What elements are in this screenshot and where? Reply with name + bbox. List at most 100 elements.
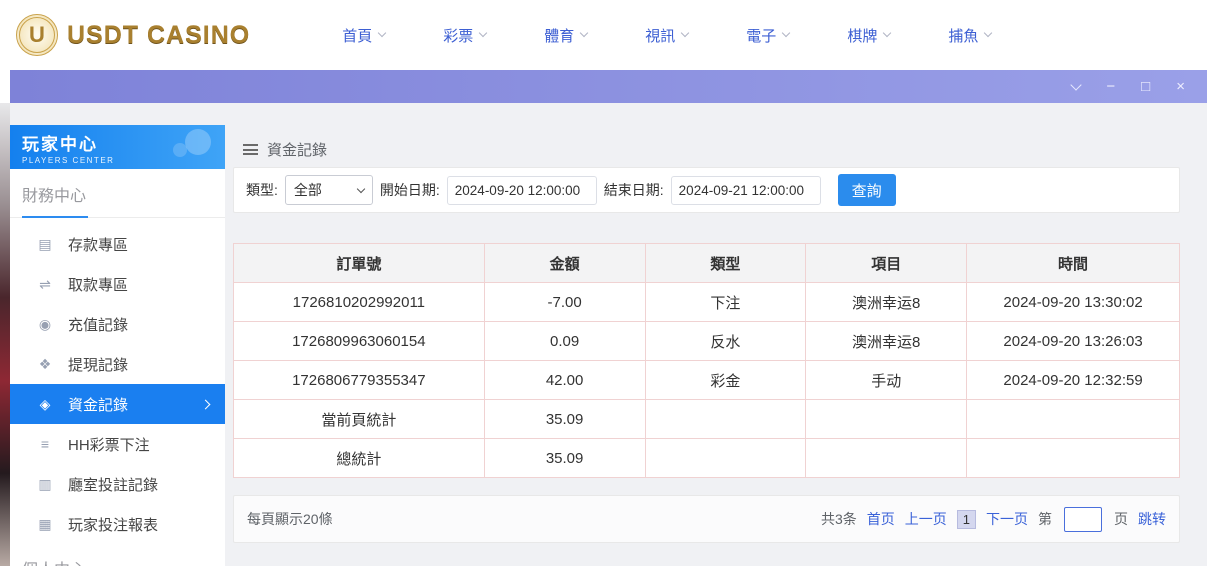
cell-type: 彩金 [645,361,806,400]
breadcrumb-label: 資金記錄 [267,139,327,160]
main-content: 資金記錄 類型: 全部 開始日期: 結束日期: 查詢 訂單號 [233,103,1180,566]
sidebar-item-room-bet-records[interactable]: ▥ 廳室投註記錄 [10,464,225,504]
chevron-down-icon [378,29,386,37]
cell-empty [645,400,806,439]
jump-button[interactable]: 跳转 [1138,509,1166,529]
sidebar-item-player-bet-report[interactable]: ▦ 玩家投注報表 [10,504,225,544]
sidebar-item-label: 廳室投註記錄 [68,474,158,495]
sidebar-item-withdrawal-records[interactable]: ❖ 提現記錄 [10,344,225,384]
nav-item-electronic[interactable]: 電子 [746,25,789,46]
cell-order-no: 1726810202992011 [234,283,485,322]
nav-label: 視訊 [645,25,675,46]
end-date-label: 結束日期: [604,180,664,200]
cell-amount: 0.09 [484,322,645,361]
table-row-grand-total: 總統計 35.09 [234,439,1180,478]
sidebar-item-withdraw[interactable]: ⇌ 取款專區 [10,264,225,304]
sidebar-item-label: 取款專區 [68,274,128,295]
filter-bar: 類型: 全部 開始日期: 結束日期: 查詢 [233,167,1180,213]
start-date-input[interactable] [447,176,597,205]
close-icon[interactable]: × [1176,79,1185,94]
table-footer: 每頁顯示20條 共3条 首页 上一页 1 下一页 第 页 跳转 [233,495,1180,543]
hamburger-icon[interactable] [243,144,258,155]
end-date-input[interactable] [671,176,821,205]
nav-label: 電子 [746,25,776,46]
type-label: 類型: [246,180,278,200]
sidebar-section-personal: 個人中心 [10,544,225,566]
logo[interactable]: U USDT CASINO [16,14,250,56]
minimize-icon[interactable]: − [1106,79,1115,94]
records-icon: ▥ [37,476,53,493]
sidebar-item-label: 提現記錄 [68,354,128,375]
cell-order-no: 1726806779355347 [234,361,485,400]
chevron-down-icon [479,29,487,37]
cell-item: 手动 [806,361,967,400]
total-count: 共3条 [821,509,857,529]
sidebar-menu: ▤ 存款專區 ⇌ 取款專區 ◉ 充值記錄 ❖ 提現記錄 ◈ 資金記錄 ≡ [10,224,225,544]
records-table-wrap: 訂單號 金額 類型 項目 時間 1726810202992011 -7.00 下… [233,243,1180,478]
cell-empty [645,439,806,478]
sidebar-item-label: HH彩票下注 [68,434,150,455]
sidebar-header: 玩家中心 PLAYERS CENTER [10,125,225,169]
nav-item-sports[interactable]: 體育 [544,25,587,46]
table-row: 1726809963060154 0.09 反水 澳洲幸运8 2024-09-2… [234,322,1180,361]
type-select[interactable]: 全部 [285,175,373,205]
logo-icon: U [16,14,58,56]
sidebar-subtitle: PLAYERS CENTER [22,156,213,165]
breadcrumb: 資金記錄 [243,139,327,160]
main-nav: 首頁 彩票 體育 視訊 電子 棋牌 捕魚 [342,25,991,46]
report-icon: ▦ [37,516,53,533]
nav-item-video[interactable]: 視訊 [645,25,688,46]
nav-item-lottery[interactable]: 彩票 [443,25,486,46]
cell-empty [967,400,1180,439]
cell-amount: -7.00 [484,283,645,322]
sidebar-item-funds-records[interactable]: ◈ 資金記錄 [10,384,225,424]
first-page-link[interactable]: 首页 [867,509,895,529]
col-header-time: 時間 [967,244,1180,283]
next-page-link[interactable]: 下一页 [986,509,1028,529]
sidebar-item-hh-lottery-bets[interactable]: ≡ HH彩票下注 [10,424,225,464]
current-page-button[interactable]: 1 [957,510,976,529]
sidebar-item-deposit[interactable]: ▤ 存款專區 [10,224,225,264]
nav-item-fishing[interactable]: 捕魚 [948,25,991,46]
sidebar-item-label: 充值記錄 [68,314,128,335]
recharge-icon: ◉ [37,316,53,333]
table-row-page-total: 當前頁統計 35.09 [234,400,1180,439]
collapse-icon[interactable] [1071,79,1082,90]
cell-item: 澳洲幸运8 [806,322,967,361]
col-header-amount: 金額 [484,244,645,283]
page-jump-input[interactable] [1064,507,1102,532]
chevron-down-icon [782,29,790,37]
nav-label: 體育 [544,25,574,46]
chevron-down-icon [984,29,992,37]
top-header: U USDT CASINO 首頁 彩票 體育 視訊 電子 棋牌 捕魚 [0,0,1207,70]
nav-label: 彩票 [443,25,473,46]
cell-time: 2024-09-20 13:30:02 [967,283,1180,322]
cell-empty [806,400,967,439]
query-button[interactable]: 查詢 [838,174,896,206]
chevron-down-icon [357,184,365,192]
sidebar-item-label: 資金記錄 [68,394,128,415]
pagination: 共3条 首页 上一页 1 下一页 第 页 跳转 [821,507,1166,532]
cell-empty [967,439,1180,478]
cell-item: 澳洲幸运8 [806,283,967,322]
cell-empty [806,439,967,478]
col-header-order-no: 訂單號 [234,244,485,283]
cell-type: 下注 [645,283,806,322]
table-row: 1726806779355347 42.00 彩金 手动 2024-09-20 … [234,361,1180,400]
jump-prefix-label: 第 [1038,509,1052,529]
type-select-value: 全部 [294,180,322,200]
table-row: 1726810202992011 -7.00 下注 澳洲幸运8 2024-09-… [234,283,1180,322]
nav-item-home[interactable]: 首頁 [342,25,385,46]
chevron-down-icon [580,29,588,37]
funds-icon: ◈ [37,396,53,413]
maximize-icon[interactable]: □ [1141,79,1150,94]
cell-order-no: 1726809963060154 [234,322,485,361]
sidebar-item-recharge-records[interactable]: ◉ 充值記錄 [10,304,225,344]
withdraw-icon: ⇌ [37,276,53,293]
nav-item-chess[interactable]: 棋牌 [847,25,890,46]
prev-page-link[interactable]: 上一页 [905,509,947,529]
sidebar-item-label: 玩家投注報表 [68,514,158,535]
cell-label: 總統計 [234,439,485,478]
page-size-text: 每頁顯示20條 [247,509,333,529]
sidebar-item-label: 存款專區 [68,234,128,255]
